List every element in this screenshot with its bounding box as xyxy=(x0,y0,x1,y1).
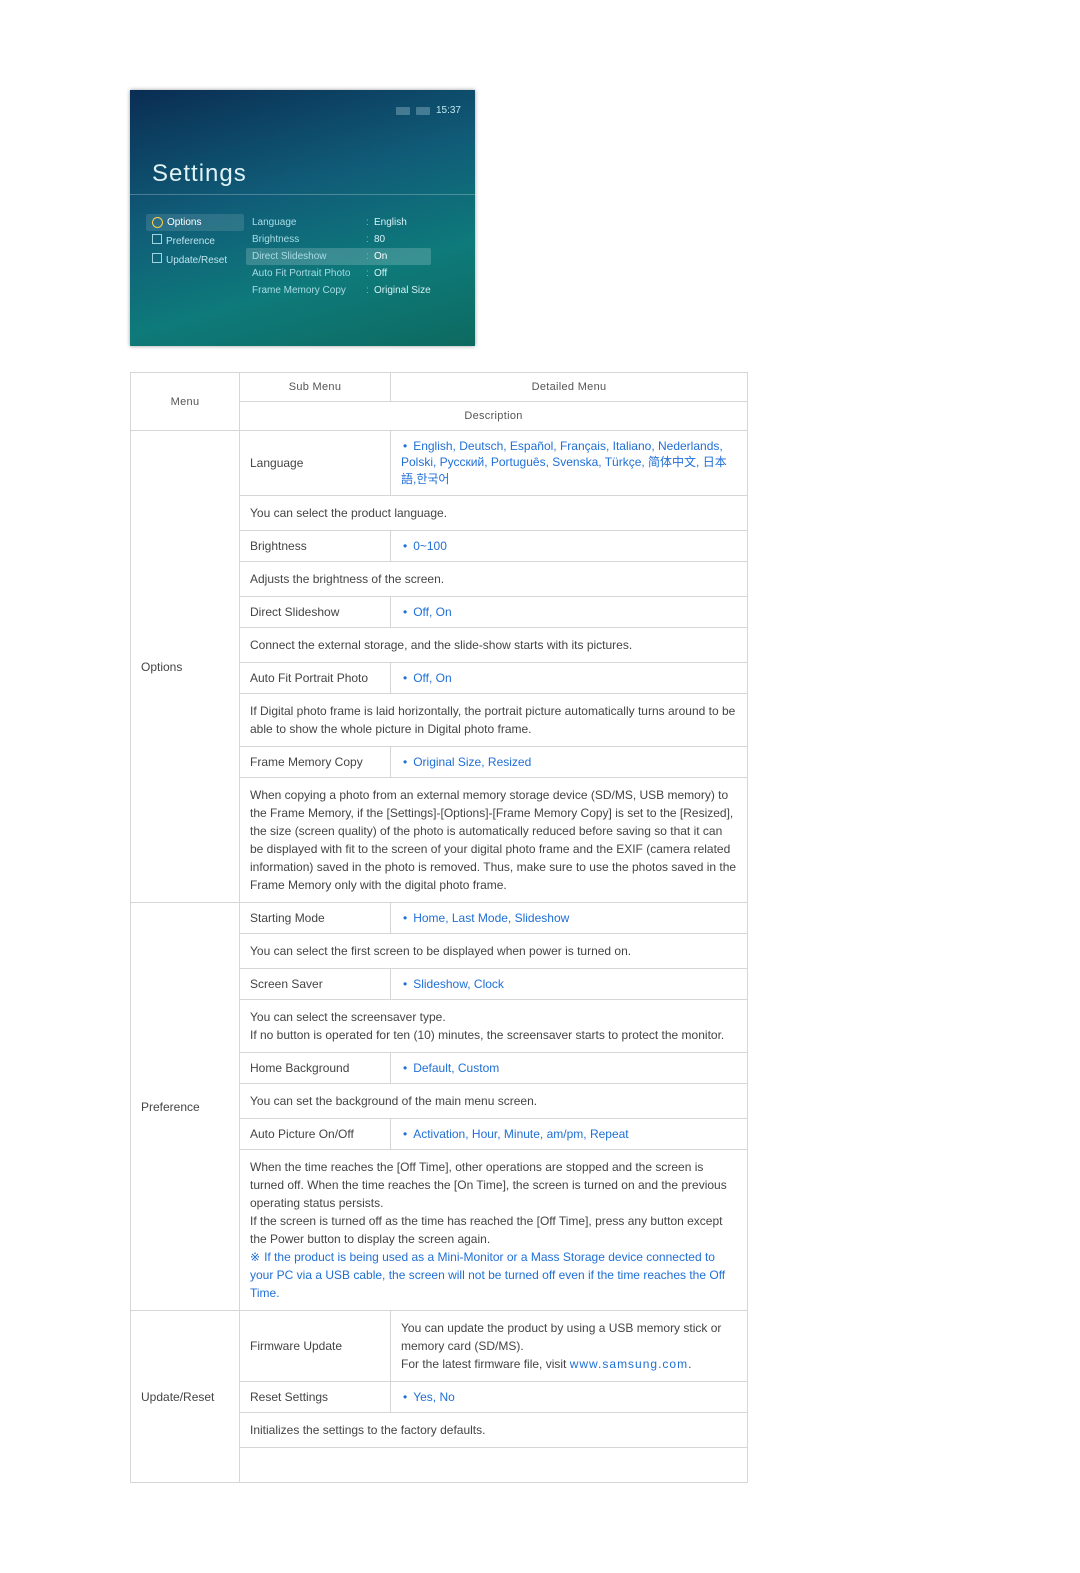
row-value: 80 xyxy=(374,234,385,245)
row-value: English xyxy=(374,217,407,228)
th-description: Description xyxy=(240,402,748,431)
row-key: Brightness xyxy=(252,234,366,245)
th-menu: Menu xyxy=(131,373,240,431)
desc-language: You can select the product language. xyxy=(240,496,748,531)
sub-direct-slideshow: Direct Slideshow xyxy=(240,597,391,628)
sub-framecopy: Frame Memory Copy xyxy=(240,747,391,778)
row-key: Frame Memory Copy xyxy=(252,285,366,296)
clock-time: 15:37 xyxy=(436,105,461,116)
row-language[interactable]: Language:English xyxy=(252,214,431,231)
desc-autofit: If Digital photo frame is laid horizonta… xyxy=(240,694,748,747)
side-item-label: Update/Reset xyxy=(166,255,227,266)
side-item-label: Options xyxy=(167,217,201,228)
desc-startmode: You can select the first screen to be di… xyxy=(240,934,748,969)
row-framecopy[interactable]: Frame Memory Copy:Original Size xyxy=(252,282,431,299)
row-value: Off xyxy=(374,268,387,279)
battery-icon xyxy=(416,107,430,115)
detail-autofit: •Off, On xyxy=(391,663,748,694)
detail-firmware: You can update the product by using a US… xyxy=(391,1311,748,1382)
detail-startmode: •Home, Last Mode, Slideshow xyxy=(391,903,748,934)
settings-side-menu: Options Preference Update/Reset xyxy=(152,214,244,269)
empty-row xyxy=(240,1448,748,1483)
desc-reset: Initializes the settings to the factory … xyxy=(240,1413,748,1448)
side-item-update-reset[interactable]: Update/Reset xyxy=(152,250,244,269)
screen-title: Settings xyxy=(152,160,247,188)
settings-list: Language:English Brightness:80 Direct Sl… xyxy=(252,214,431,299)
menu-preference: Preference xyxy=(131,903,240,1311)
desc-autopic: When the time reaches the [Off Time], ot… xyxy=(240,1150,748,1311)
row-value: On xyxy=(374,251,387,262)
th-detailed: Detailed Menu xyxy=(391,373,748,402)
sub-reset: Reset Settings xyxy=(240,1382,391,1413)
menu-options: Options xyxy=(131,431,240,903)
sub-startmode: Starting Mode xyxy=(240,903,391,934)
desc-brightness: Adjusts the brightness of the screen. xyxy=(240,562,748,597)
menu-update-reset: Update/Reset xyxy=(131,1311,240,1483)
row-key: Language xyxy=(252,217,366,228)
row-brightness[interactable]: Brightness:80 xyxy=(252,231,431,248)
side-item-label: Preference xyxy=(166,236,215,247)
row-autofit[interactable]: Auto Fit Portrait Photo:Off xyxy=(252,265,431,282)
sub-autopic: Auto Picture On/Off xyxy=(240,1119,391,1150)
status-bar: 15:37 xyxy=(396,105,461,116)
detail-language: •English, Deutsch, Español, Français, It… xyxy=(391,431,748,496)
update-icon xyxy=(152,253,162,263)
desc-homebg: You can set the background of the main m… xyxy=(240,1084,748,1119)
device-settings-screenshot: 15:37 Settings Options Preference Update… xyxy=(130,90,475,346)
sub-language: Language xyxy=(240,431,391,496)
preference-icon xyxy=(152,234,162,244)
desc-direct-slideshow: Connect the external storage, and the sl… xyxy=(240,628,748,663)
note-text: If the product is being used as a Mini-M… xyxy=(250,1250,725,1300)
sub-autofit: Auto Fit Portrait Photo xyxy=(240,663,391,694)
desc-framecopy: When copying a photo from an external me… xyxy=(240,778,748,903)
detail-screensaver: •Slideshow, Clock xyxy=(391,969,748,1000)
sub-brightness: Brightness xyxy=(240,531,391,562)
settings-documentation-table: Menu Sub Menu Detailed Menu Description … xyxy=(130,372,748,1483)
network-icon xyxy=(396,107,410,115)
row-value: Original Size xyxy=(374,285,431,296)
detail-brightness: •0~100 xyxy=(391,531,748,562)
th-submenu: Sub Menu xyxy=(240,373,391,402)
row-direct-slideshow[interactable]: Direct Slideshow:On xyxy=(246,248,431,265)
row-key: Direct Slideshow xyxy=(252,251,366,262)
detail-framecopy: •Original Size, Resized xyxy=(391,747,748,778)
side-item-preference[interactable]: Preference xyxy=(152,231,244,250)
detail-homebg: •Default, Custom xyxy=(391,1053,748,1084)
divider xyxy=(130,194,475,195)
firmware-url-link[interactable]: www.samsung.com xyxy=(570,1357,688,1371)
gear-icon xyxy=(152,217,163,228)
sub-screensaver: Screen Saver xyxy=(240,969,391,1000)
sub-firmware: Firmware Update xyxy=(240,1311,391,1382)
desc-screensaver: You can select the screensaver type. If … xyxy=(240,1000,748,1053)
note-icon: ※ xyxy=(250,1250,260,1264)
row-key: Auto Fit Portrait Photo xyxy=(252,268,366,279)
detail-reset: •Yes, No xyxy=(391,1382,748,1413)
detail-autopic: •Activation, Hour, Minute, am/pm, Repeat xyxy=(391,1119,748,1150)
sub-homebg: Home Background xyxy=(240,1053,391,1084)
detail-direct-slideshow: •Off, On xyxy=(391,597,748,628)
side-item-options[interactable]: Options xyxy=(146,214,244,231)
